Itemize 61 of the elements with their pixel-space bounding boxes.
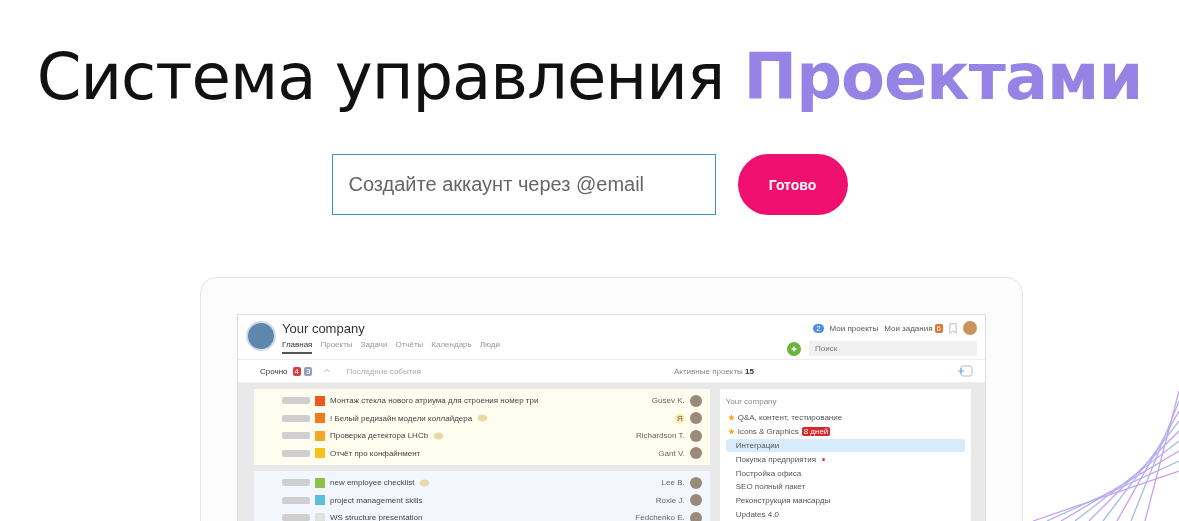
- assignee-name: Roxie J.: [655, 495, 685, 505]
- assignee-avatar: [689, 412, 702, 425]
- comment-icon: [477, 414, 489, 423]
- task-title[interactable]: Отчёт про конфайнмент: [330, 448, 421, 458]
- urgent-label[interactable]: Срочно: [260, 366, 288, 376]
- project-item[interactable]: Q&A, контент, тестирование: [725, 411, 965, 425]
- submit-button[interactable]: Готово: [737, 154, 848, 215]
- assignee-name: Gant V.: [658, 448, 685, 458]
- email-field[interactable]: Создайте аккаунт через @email: [331, 154, 716, 215]
- collapse-icon[interactable]: [323, 367, 332, 375]
- search-field[interactable]: Поиск: [809, 341, 977, 356]
- bookmark-icon[interactable]: [949, 322, 957, 334]
- assignee-avatar: [689, 494, 702, 507]
- add-button[interactable]: [787, 341, 801, 356]
- age-pill: [282, 514, 310, 521]
- age-pill: [282, 479, 310, 487]
- project-item[interactable]: Покупка предприятия: [725, 452, 965, 467]
- age-pill: [282, 496, 310, 504]
- age-badge: 8 дней: [801, 427, 831, 437]
- assignee-name: Richardson T.: [635, 431, 685, 441]
- assignee-name: Я: [674, 413, 685, 423]
- age-pill: [282, 414, 310, 422]
- task-title[interactable]: WS structure presentation: [330, 513, 423, 521]
- count-badge: 6: [934, 323, 943, 333]
- assignee-avatar: [689, 476, 702, 489]
- nav-tab[interactable]: Главная: [282, 340, 313, 354]
- project-item[interactable]: Реконструкция мансарды: [725, 493, 965, 508]
- assignee-name: Lee B.: [661, 478, 685, 488]
- task-title[interactable]: new employee checklist: [330, 478, 415, 488]
- header-link[interactable]: Мои проекты: [829, 323, 879, 333]
- task-title[interactable]: Проверка детектора LHCb: [330, 431, 429, 441]
- assignee-avatar: [689, 447, 702, 460]
- company-name: Your company: [282, 321, 366, 336]
- count-badge: 3: [304, 366, 313, 376]
- task-title[interactable]: ! Белый редизайн модели коллайдера: [330, 413, 473, 423]
- age-pill: [282, 397, 310, 405]
- assignee-name: Gusev K.: [651, 396, 685, 406]
- active-projects-label: Активные проекты 15: [674, 366, 754, 376]
- projects-heading: Your company: [725, 397, 778, 406]
- header-link[interactable]: Мои задания: [884, 323, 933, 333]
- task-title[interactable]: Монтаж стекла нового атриума для строения номер три: [330, 396, 539, 406]
- project-item[interactable]: SEO полный пакет: [725, 480, 965, 494]
- user-avatar[interactable]: [963, 321, 977, 335]
- count-badge: 4: [292, 366, 301, 376]
- comment-icon: [433, 431, 445, 440]
- project-item[interactable]: Интеграции: [725, 438, 965, 453]
- assignee-avatar: [689, 511, 702, 521]
- comment-icon: [419, 478, 431, 487]
- add-project-icon[interactable]: [957, 365, 973, 377]
- age-pill: [282, 449, 310, 457]
- age-pill: [282, 432, 310, 440]
- task-title[interactable]: project management skills: [330, 495, 423, 505]
- company-logo-icon: [246, 321, 276, 351]
- assignee-avatar: [689, 394, 702, 407]
- plus-icon: [790, 344, 798, 353]
- assignee-name: Fedchenko E.: [635, 513, 685, 521]
- project-item[interactable]: Updates 4.0: [725, 507, 965, 521]
- assignee-avatar: [689, 429, 702, 442]
- headline: Система управления Проектами: [36, 40, 1143, 114]
- project-item[interactable]: Постройка офиса: [725, 466, 965, 480]
- project-item[interactable]: Icons & Graphics 8 дней: [725, 424, 965, 439]
